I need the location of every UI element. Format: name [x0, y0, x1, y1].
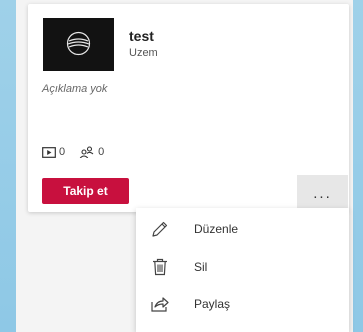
channel-card: test Uzem Açıklama yok 0 0 Takip et ...	[28, 4, 349, 212]
share-icon	[150, 294, 170, 314]
channel-logo-icon	[66, 31, 91, 56]
channel-thumbnail[interactable]	[43, 18, 114, 71]
channel-author: Uzem	[129, 47, 158, 59]
menu-item-edit-label: Düzenle	[194, 222, 239, 236]
video-icon	[42, 146, 56, 158]
video-count: 0	[59, 146, 66, 158]
menu-item-delete[interactable]: Sil	[136, 248, 349, 286]
followers-icon	[79, 146, 94, 158]
trash-icon	[150, 257, 170, 277]
channel-description: Açıklama yok	[42, 83, 108, 95]
channel-title[interactable]: test	[129, 28, 154, 44]
follow-button[interactable]: Takip et	[42, 178, 129, 204]
more-options-button[interactable]: ...	[297, 175, 348, 212]
menu-item-edit[interactable]: Düzenle	[136, 210, 349, 248]
context-menu: Düzenle Sil Paylaş	[136, 208, 349, 332]
menu-item-share[interactable]: Paylaş	[136, 285, 349, 323]
follower-count-stat: 0	[79, 146, 104, 158]
pencil-icon	[150, 219, 170, 239]
menu-item-share-label: Paylaş	[194, 297, 231, 311]
follower-count: 0	[98, 146, 105, 158]
window-frame-right	[353, 0, 363, 332]
window-frame-left	[0, 0, 16, 332]
video-count-stat: 0	[42, 146, 65, 158]
channel-stats: 0 0	[42, 146, 118, 158]
menu-item-delete-label: Sil	[194, 260, 208, 274]
